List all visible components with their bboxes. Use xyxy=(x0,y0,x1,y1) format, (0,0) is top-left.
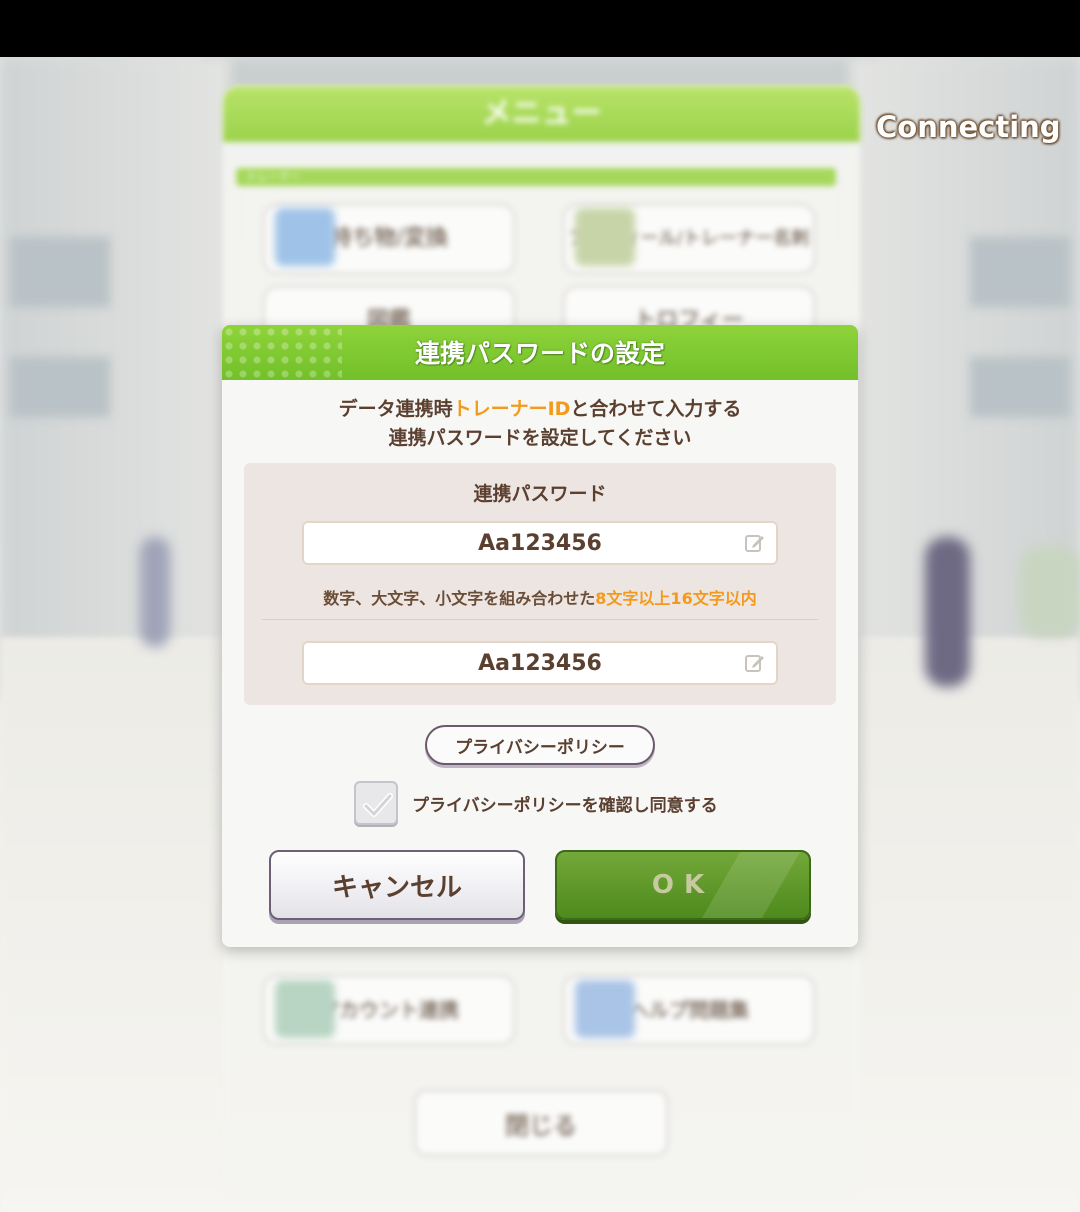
bag-icon xyxy=(275,208,335,266)
trainer-id-highlight: トレーナーID xyxy=(452,398,571,420)
dialog-description: データ連携時トレーナーIDと合わせて入力する 連携パスワードを設定してください xyxy=(338,398,742,449)
edit-icon xyxy=(745,655,764,672)
status-bar xyxy=(0,0,1080,57)
password-confirm-input[interactable]: Aa123456 xyxy=(302,641,778,685)
background-menu-section: トレーナー xyxy=(236,168,836,186)
menu-close-button: 閉じる xyxy=(414,1090,668,1156)
agree-checkbox-label[interactable]: プライバシーポリシーを確認し同意する xyxy=(412,791,718,816)
edit-icon xyxy=(745,535,764,552)
agree-checkbox[interactable] xyxy=(354,781,398,825)
password-label: 連携パスワード xyxy=(473,483,607,505)
ok-button[interactable]: OK xyxy=(555,850,811,920)
password-input[interactable]: Aa123456 xyxy=(302,521,778,565)
password-section: 連携パスワード Aa123456 数字、大文字、小文字を組み合わせた8文字以上1… xyxy=(244,463,836,705)
account-link-icon xyxy=(275,980,335,1038)
cancel-button[interactable]: キャンセル xyxy=(269,850,525,920)
password-setup-dialog: 連携パスワードの設定 データ連携時トレーナーIDと合わせて入力する 連携パスワー… xyxy=(222,325,858,947)
connecting-indicator: Connecting xyxy=(876,110,1061,144)
background-menu-title: メニュー xyxy=(223,86,860,142)
help-icon xyxy=(575,980,635,1038)
divider xyxy=(262,619,818,620)
ok-button-label: OK xyxy=(651,870,715,900)
privacy-policy-button[interactable]: プライバシーポリシー xyxy=(425,725,655,765)
profile-card-icon xyxy=(575,208,635,266)
dialog-header: 連携パスワードの設定 xyxy=(222,325,858,380)
dialog-title: 連携パスワードの設定 xyxy=(414,339,665,368)
check-icon xyxy=(363,793,393,817)
password-hint: 数字、大文字、小文字を組み合わせた8文字以上16文字以内 xyxy=(323,589,757,608)
